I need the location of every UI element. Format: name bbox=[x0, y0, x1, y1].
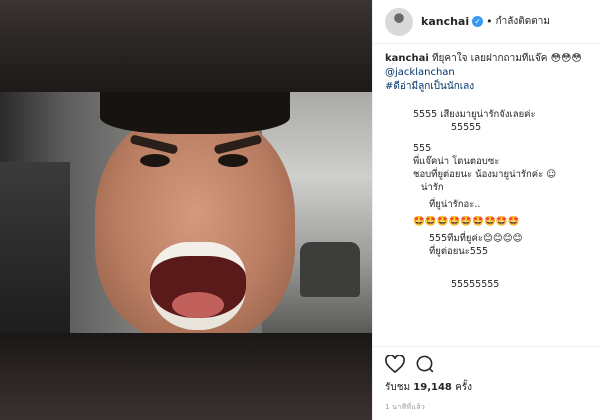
reply-line: 555 bbox=[413, 143, 432, 154]
tongue bbox=[172, 292, 224, 318]
separator-dot: • bbox=[486, 15, 493, 28]
action-bar bbox=[373, 346, 600, 380]
reply-list: 5555 เสียงมายูน่ารักจังเลยค่ะ 55555 555 … bbox=[385, 108, 595, 291]
video-player[interactable] bbox=[0, 0, 372, 420]
reply-line: 🤩🤩🤩🤩🤩🤩🤩🤩🤩 bbox=[413, 216, 520, 227]
reply-line: 5555 เสียงมายูน่ารักจังเลยค่ะ bbox=[413, 109, 536, 120]
caption-hashtag[interactable]: #ดีอ่ามีลูกเป็นนักเลง bbox=[385, 80, 595, 94]
heart-icon[interactable] bbox=[385, 354, 405, 373]
verified-badge-icon: ✓ bbox=[472, 16, 484, 27]
reply-line: 55555555 bbox=[451, 279, 500, 290]
speech-bubble-icon[interactable] bbox=[415, 354, 434, 373]
caption-username[interactable]: kanchai bbox=[385, 53, 429, 64]
reply-line: ชอบที่ยูต่อยนะ น้องมายูน่ารักค่ะ ☺ bbox=[413, 169, 557, 180]
reply-line: ที่ยูต่อยนะ555 bbox=[429, 246, 488, 257]
views-suffix: ครั้ง bbox=[455, 382, 473, 393]
right-eye bbox=[218, 154, 248, 167]
person-hair bbox=[100, 92, 290, 134]
left-eye bbox=[140, 154, 170, 167]
reply-line: น่ารัก bbox=[421, 182, 444, 193]
reply-line: ที่ยูน่ารักอะ.. bbox=[429, 199, 481, 210]
video-blur-top bbox=[0, 0, 372, 92]
car-seat bbox=[0, 162, 70, 333]
reply-line: พี่แจ๊คน่า โดนตอบซะ bbox=[413, 156, 500, 167]
post-side-panel: kanchai ✓ • กำลังติดตาม kanchai ที่ยุคาใ… bbox=[372, 0, 600, 420]
following-button[interactable]: กำลังติดตาม bbox=[496, 14, 550, 29]
views-number: 19,148 bbox=[413, 382, 452, 393]
post-header: kanchai ✓ • กำลังติดตาม bbox=[373, 0, 600, 44]
caption: kanchai ที่ยุคาใจ เลยฝากถามที่แจ๊ค 😳😳😳 @… bbox=[385, 52, 595, 94]
video-blur-bottom bbox=[0, 333, 372, 420]
caption-mention[interactable]: @jacklanchan bbox=[385, 66, 595, 80]
video-frame[interactable] bbox=[0, 92, 372, 333]
caption-text: ที่ยุคาใจ เลยฝากถามที่แจ๊ค 😳😳😳 bbox=[431, 53, 582, 64]
reply-line: 55555 bbox=[451, 122, 482, 133]
car-headrest bbox=[300, 242, 360, 297]
comments-area: kanchai ที่ยุคาใจ เลยฝากถามที่แจ๊ค 😳😳😳 @… bbox=[385, 52, 595, 352]
reply-line: 555ทีมที่ยูค่ะ😊😊😊😊 bbox=[429, 233, 523, 244]
post-timestamp[interactable]: 1 นาทีที่แล้ว bbox=[385, 402, 425, 413]
avatar[interactable] bbox=[385, 7, 413, 36]
view-count: รับชม 19,148 ครั้ง bbox=[385, 380, 472, 395]
header-username[interactable]: kanchai bbox=[421, 15, 469, 28]
views-label: รับชม bbox=[385, 382, 411, 393]
